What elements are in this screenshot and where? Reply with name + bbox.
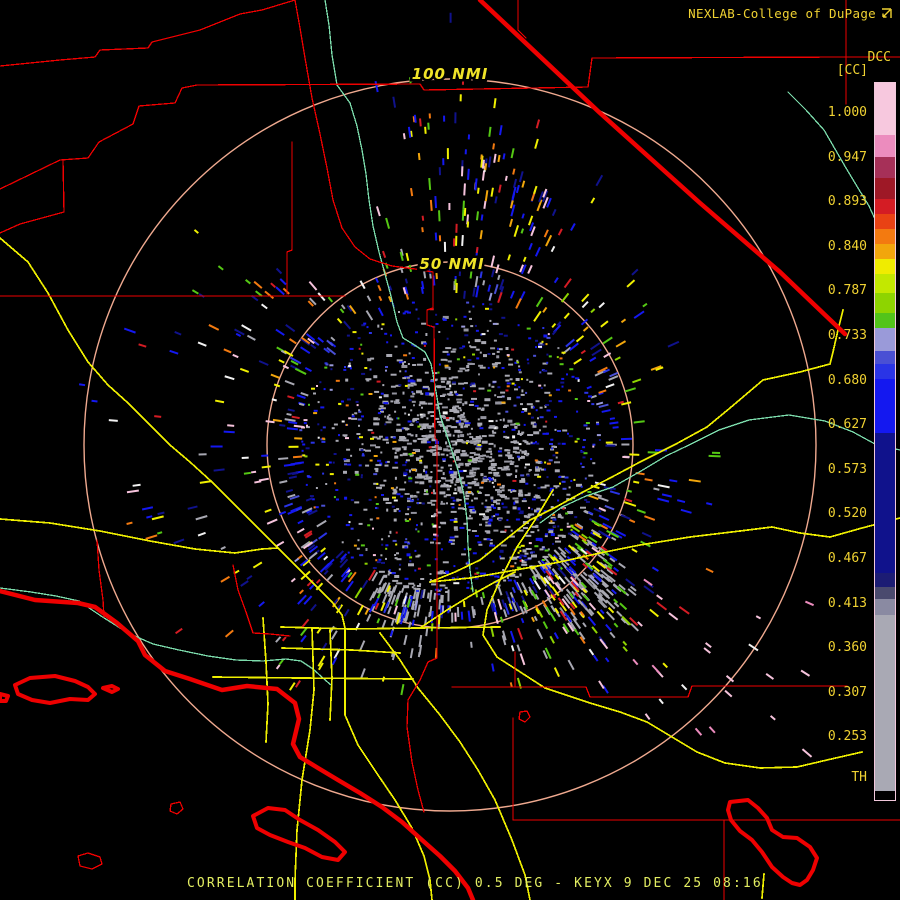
legend-tick: 0.733	[827, 328, 867, 343]
legend-tick: 1.000	[827, 105, 867, 120]
legend-tick: 0.467	[827, 551, 867, 566]
legend-tick: 0.520	[827, 506, 867, 522]
colorbar-segment	[875, 83, 895, 135]
outer-ring-label: 100 NMI	[412, 65, 489, 83]
colorbar-segment	[875, 313, 895, 328]
colorbar-segment	[875, 157, 895, 178]
state-coast-lines	[0, 0, 848, 900]
colorbar-segment	[875, 135, 895, 157]
site-banner[interactable]: NEXLAB-College of DuPage	[688, 6, 893, 21]
legend-tick: 0.893	[827, 194, 867, 210]
colorbar-segment	[875, 293, 895, 313]
radar-screen: 100 NMI 50 NMI NEXLAB-College of DuPage …	[0, 0, 900, 900]
colorbar	[874, 82, 896, 801]
legend-tick: 0.787	[827, 283, 867, 299]
colorbar-segment	[875, 433, 895, 573]
colorbar-segment	[875, 599, 895, 615]
site-title: NEXLAB-College of DuPage	[688, 6, 876, 21]
coast-island-outlines	[0, 674, 819, 887]
colorbar-segment	[875, 615, 895, 791]
colorbar-segment	[875, 791, 895, 800]
product-unit: [CC]	[836, 63, 868, 78]
legend-tick: 0.947	[827, 149, 867, 165]
colorbar-segment	[875, 587, 895, 599]
radar-map[interactable]: 100 NMI 50 NMI	[0, 0, 900, 900]
colorbar-segment	[875, 573, 895, 587]
legend-tick: 0.413	[827, 595, 867, 611]
legend-tick: 0.253	[827, 729, 867, 745]
legend-tick: 0.680	[827, 372, 867, 388]
legend-tick: 0.627	[827, 417, 867, 433]
colorbar-segment	[875, 178, 895, 199]
colorbar-segment	[875, 328, 895, 351]
ring-labels: 100 NMI 50 NMI	[409, 63, 490, 276]
colorbar-segment	[875, 229, 895, 244]
county-island-outlines	[77, 710, 531, 870]
inner-ring-label: 50 NMI	[419, 255, 484, 273]
legend-tick: 0.840	[827, 238, 867, 254]
colorbar-segment	[875, 244, 895, 259]
highway-lines	[0, 237, 900, 900]
colorbar-segment	[875, 351, 895, 364]
page-export-icon	[882, 8, 892, 18]
colorbar-segment	[875, 379, 895, 433]
legend-tick: 0.573	[827, 461, 867, 477]
river-lines	[0, 0, 900, 686]
legend-tick: 0.307	[827, 684, 867, 700]
status-bar-text: CORRELATION COEFFICIENT (CC) 0.5 DEG - K…	[187, 876, 763, 891]
threshold-label: TH	[851, 770, 867, 785]
colorbar-segment	[875, 364, 895, 379]
colorbar-segment	[875, 214, 895, 229]
radar-echo-layer	[78, 12, 815, 758]
colorbar-segment	[875, 274, 895, 293]
product-code: DCC	[867, 50, 891, 65]
colorbar-segment	[875, 199, 895, 214]
legend-tick: 0.360	[827, 640, 867, 656]
colorbar-segment	[875, 259, 895, 274]
